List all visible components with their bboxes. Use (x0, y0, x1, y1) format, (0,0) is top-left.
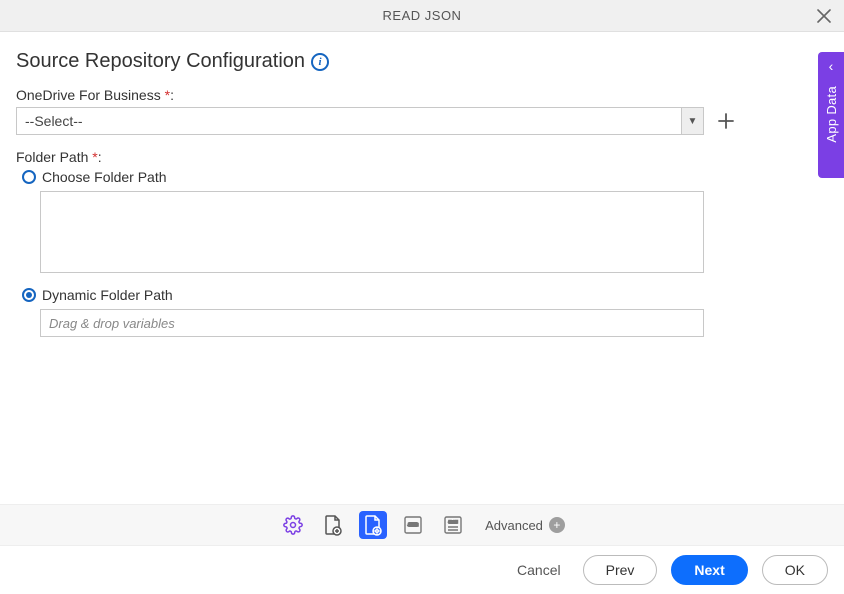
page-config-tool[interactable] (359, 511, 387, 539)
dialog-title: READ JSON (383, 8, 462, 23)
settings-gear-icon (283, 515, 303, 535)
page-add-icon (323, 514, 343, 536)
info-icon[interactable]: i (311, 53, 329, 71)
choose-folder-label[interactable]: Choose Folder Path (42, 169, 167, 185)
advanced-label: Advanced (485, 518, 543, 533)
settings-tool[interactable] (279, 511, 307, 539)
folder-path-box[interactable] (40, 191, 704, 273)
onedrive-select[interactable]: --Select-- ▼ (16, 107, 704, 135)
plus-icon (717, 112, 735, 130)
json-doc-tool[interactable]: JSON (399, 511, 427, 539)
bottom-toolbar: JSON JSON Advanced + (0, 504, 844, 546)
svg-text:JSON: JSON (448, 520, 458, 524)
dynamic-folder-radio[interactable] (22, 288, 36, 302)
json-list-icon: JSON (442, 514, 464, 536)
prev-button[interactable]: Prev (583, 555, 658, 585)
section-title: Source Repository Configuration (16, 50, 305, 73)
main-content: Source Repository Configuration i OneDri… (0, 32, 844, 337)
dynamic-folder-input[interactable]: Drag & drop variables (40, 309, 704, 337)
choose-folder-radio[interactable] (22, 170, 36, 184)
app-data-panel-toggle[interactable]: ‹ App Data (818, 52, 844, 178)
folderpath-label: Folder Path *: (16, 149, 828, 165)
page-config-icon (363, 514, 383, 536)
json-list-tool[interactable]: JSON (439, 511, 467, 539)
next-button[interactable]: Next (671, 555, 747, 585)
add-onedrive-button[interactable] (714, 109, 738, 133)
chevron-down-icon: ▼ (681, 108, 703, 134)
advanced-toggle[interactable]: Advanced + (485, 517, 565, 533)
dynamic-folder-label[interactable]: Dynamic Folder Path (42, 287, 173, 303)
page-add-tool[interactable] (319, 511, 347, 539)
dialog-header: READ JSON (0, 0, 844, 32)
onedrive-label: OneDrive For Business *: (16, 87, 828, 103)
cancel-button[interactable]: Cancel (509, 555, 569, 585)
json-doc-icon: JSON (402, 514, 424, 536)
close-button[interactable] (814, 6, 834, 26)
plus-circle-icon: + (549, 517, 565, 533)
svg-text:JSON: JSON (408, 522, 419, 527)
close-icon (817, 9, 831, 23)
section-header: Source Repository Configuration i (16, 50, 828, 73)
onedrive-select-value: --Select-- (17, 113, 681, 129)
dialog-footer: Cancel Prev Next OK (0, 546, 844, 594)
ok-button[interactable]: OK (762, 555, 828, 585)
app-data-label: App Data (824, 86, 839, 143)
chevron-left-icon: ‹ (829, 58, 834, 74)
dynamic-folder-placeholder: Drag & drop variables (49, 316, 175, 331)
